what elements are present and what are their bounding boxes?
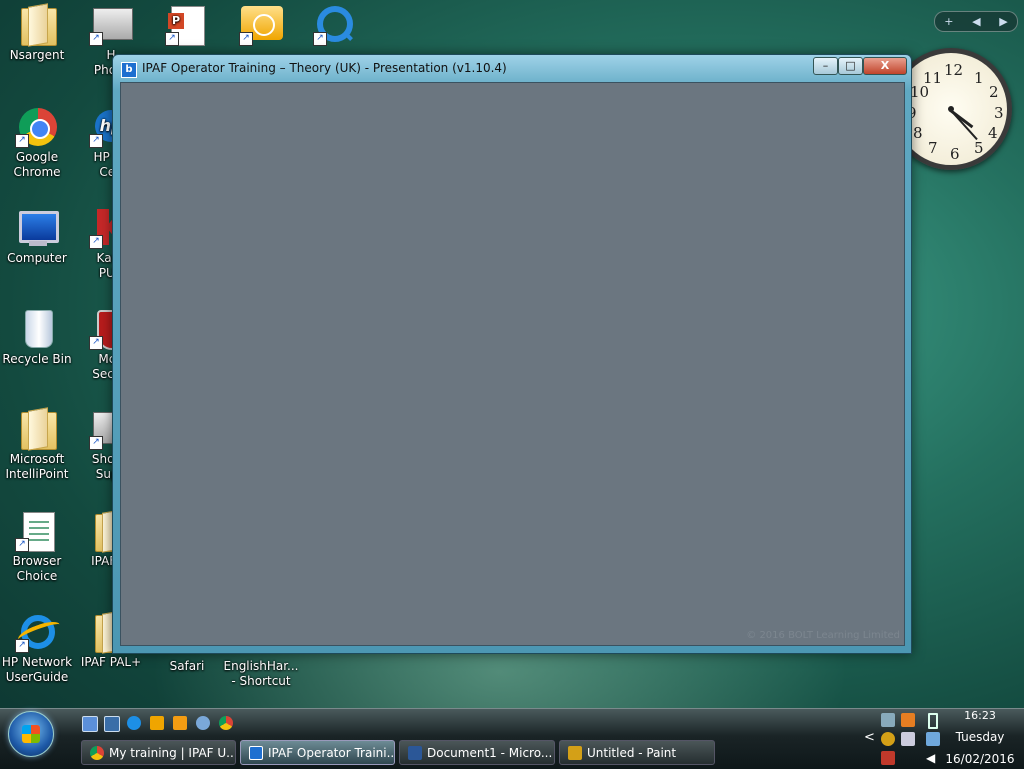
desktop-icon-powerpoint-shortcut[interactable]: ↗ xyxy=(150,2,224,48)
desktop-icon-label: Nsargent xyxy=(9,48,65,62)
add-gadget-button[interactable]: + xyxy=(944,15,953,28)
maximize-button[interactable]: □ xyxy=(838,57,863,75)
safari-icon[interactable] xyxy=(196,716,210,730)
clock-number: 5 xyxy=(974,139,984,157)
clock-center xyxy=(948,106,954,112)
internet-explorer-icon[interactable] xyxy=(127,716,141,730)
clock-number: 8 xyxy=(913,124,923,142)
quicktime-icon: ↗ xyxy=(313,2,357,46)
desktop-icon-label: Microsoft IntelliPoint xyxy=(5,452,69,481)
chrome-icon: ↗ xyxy=(15,104,59,148)
desktop-icon-safari[interactable]: Safari xyxy=(150,659,224,674)
desktop-icon-label: EnglishHar... - Shortcut xyxy=(223,659,299,688)
desktop-icon-label: Browser Choice xyxy=(12,554,62,583)
taskbar-button-my-training[interactable]: My training | IPAF U... xyxy=(81,740,236,765)
checklist-document-icon: ↗ xyxy=(15,508,59,552)
clock-minute-hand xyxy=(949,109,978,141)
presentation-content-area[interactable]: © 2016 BOLT Learning Limited xyxy=(120,82,905,646)
chrome-icon xyxy=(90,746,104,760)
media-player-icon[interactable] xyxy=(173,716,187,730)
outlook-icon[interactable] xyxy=(150,716,164,730)
clock-number: 6 xyxy=(950,145,960,163)
printer-icon: ↗ xyxy=(89,2,133,46)
copyright-text: © 2016 BOLT Learning Limited xyxy=(746,630,900,641)
desktop-icon-label: IPAF PAL+ xyxy=(80,655,142,669)
network-icon[interactable] xyxy=(881,713,895,727)
folder-icon xyxy=(15,406,59,450)
desktop-icon-hp-network-userguide[interactable]: ↗ HP Network UserGuide xyxy=(0,609,74,685)
desktop-icon-google-chrome[interactable]: ↗ Google Chrome xyxy=(0,104,74,180)
clock-number: 7 xyxy=(928,139,938,157)
switch-windows-icon[interactable] xyxy=(104,716,120,732)
chrome-icon[interactable] xyxy=(219,716,233,730)
taskbar-button-label: Document1 - Micro... xyxy=(427,746,553,760)
clock-number: 4 xyxy=(988,124,998,142)
taskbar-button-ipaf-operator-training[interactable]: IPAF Operator Traini... xyxy=(240,740,395,765)
start-button[interactable] xyxy=(8,711,54,757)
taskbar-button-label: Untitled - Paint xyxy=(587,746,677,760)
app-icon xyxy=(249,746,263,760)
desktop-icon-label: Recycle Bin xyxy=(2,352,72,366)
network-connection-icon[interactable] xyxy=(926,732,940,746)
desktop-icon-label: Google Chrome xyxy=(13,150,61,179)
close-button[interactable]: X xyxy=(863,57,907,75)
show-hidden-icons-button[interactable]: < xyxy=(864,730,875,745)
clock-number: 2 xyxy=(989,83,999,101)
usb-device-icon[interactable] xyxy=(901,732,915,746)
minimize-button[interactable]: – xyxy=(813,57,838,75)
battery-icon[interactable] xyxy=(928,713,938,729)
powerpoint-document-icon: ↗ xyxy=(165,2,209,46)
presentation-window[interactable]: b IPAF Operator Training – Theory (UK) -… xyxy=(112,54,912,654)
taskbar-button-label: My training | IPAF U... xyxy=(109,746,236,760)
clock-number: 1 xyxy=(974,69,984,87)
user-folder-icon xyxy=(15,2,59,46)
clock-date[interactable]: 16/02/2016 xyxy=(940,752,1020,766)
paint-icon xyxy=(568,746,582,760)
taskbar-button-label: IPAF Operator Traini... xyxy=(268,746,395,760)
desktop-icon-computer[interactable]: Computer xyxy=(0,205,74,266)
app-icon[interactable]: b xyxy=(121,62,137,78)
desktop-icon-microsoft-intellipoint[interactable]: Microsoft IntelliPoint xyxy=(0,406,74,482)
security-shield-icon[interactable] xyxy=(881,732,895,746)
clock-number: 12 xyxy=(944,61,964,79)
kaspersky-tray-icon[interactable] xyxy=(881,751,895,765)
desktop-icon-label: Safari xyxy=(169,659,205,673)
desktop-icon-browser-choice[interactable]: ↗ Browser Choice xyxy=(0,508,74,584)
volume-icon[interactable]: ◀ xyxy=(926,751,940,765)
previous-gadget-button[interactable]: ◀ xyxy=(972,15,980,28)
desktop-icon-nsargent[interactable]: Nsargent xyxy=(0,2,74,63)
clock-time[interactable]: 16:23 xyxy=(952,709,1008,723)
window-title: IPAF Operator Training – Theory (UK) - P… xyxy=(142,61,507,75)
desktop-icon-outlook-shortcut[interactable]: ↗ xyxy=(224,2,298,48)
desktop-icon-quicktime-shortcut[interactable]: ↗ xyxy=(298,2,372,48)
recycle-bin-icon xyxy=(15,306,59,350)
next-gadget-button[interactable]: ▶ xyxy=(999,15,1007,28)
taskbar-button-document1[interactable]: Document1 - Micro... xyxy=(399,740,555,765)
gadget-toolbar: + ◀ ▶ xyxy=(934,11,1018,32)
internet-explorer-icon: ↗ xyxy=(15,609,59,653)
desktop-icon-label: Computer xyxy=(7,251,67,265)
clock-day[interactable]: Tuesday xyxy=(940,730,1020,744)
desktop-icon-recycle-bin[interactable]: Recycle Bin xyxy=(0,306,74,367)
notification-icon[interactable] xyxy=(901,713,915,727)
desktop-icon-label: HP Network UserGuide xyxy=(1,655,73,684)
outlook-icon: ↗ xyxy=(239,2,283,46)
word-icon xyxy=(408,746,422,760)
show-desktop-icon[interactable] xyxy=(82,716,98,732)
taskbar-button-paint[interactable]: Untitled - Paint xyxy=(559,740,715,765)
computer-icon xyxy=(15,205,59,249)
desktop-icon-englishhar-shortcut[interactable]: EnglishHar... - Shortcut xyxy=(222,659,300,689)
clock-number: 11 xyxy=(923,69,943,87)
clock-number: 3 xyxy=(994,104,1004,122)
window-titlebar[interactable]: b IPAF Operator Training – Theory (UK) -… xyxy=(113,55,911,81)
